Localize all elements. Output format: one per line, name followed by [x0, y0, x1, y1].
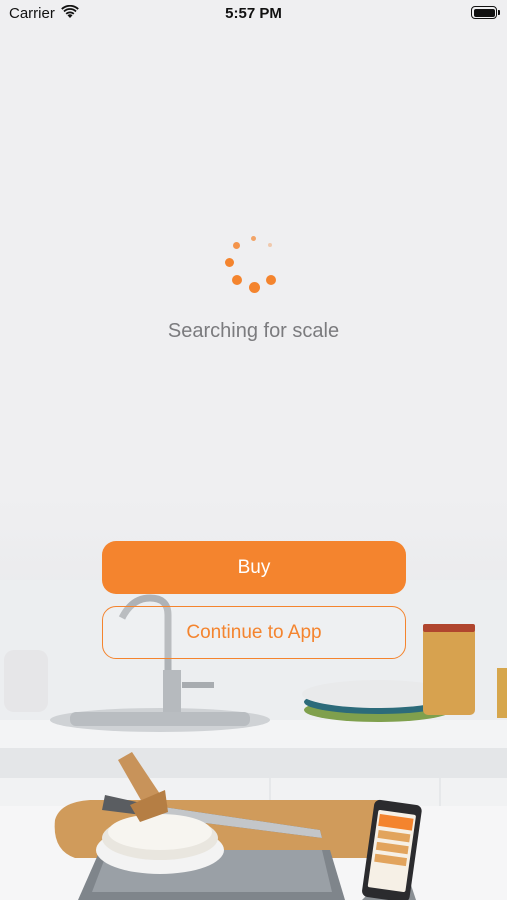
spinner-dot — [268, 243, 272, 247]
status-bar: Carrier 5:57 PM — [0, 0, 507, 28]
spinner-dot — [225, 258, 234, 267]
spinner-dot — [266, 275, 276, 285]
spinner-dot — [232, 275, 242, 285]
spinner-dot — [249, 282, 260, 293]
clock-time: 5:57 PM — [225, 5, 282, 22]
searching-status-text: Searching for scale — [167, 320, 340, 342]
buy-button[interactable]: Buy — [102, 541, 406, 594]
battery-icon — [471, 6, 500, 19]
spinner-dot — [251, 236, 256, 241]
continue-to-app-button[interactable]: Continue to App — [102, 606, 406, 659]
loading-spinner — [224, 234, 280, 294]
screen: Carrier 5:57 PM Searching for scale Buy … — [0, 0, 507, 900]
spinner-dot — [233, 242, 240, 249]
